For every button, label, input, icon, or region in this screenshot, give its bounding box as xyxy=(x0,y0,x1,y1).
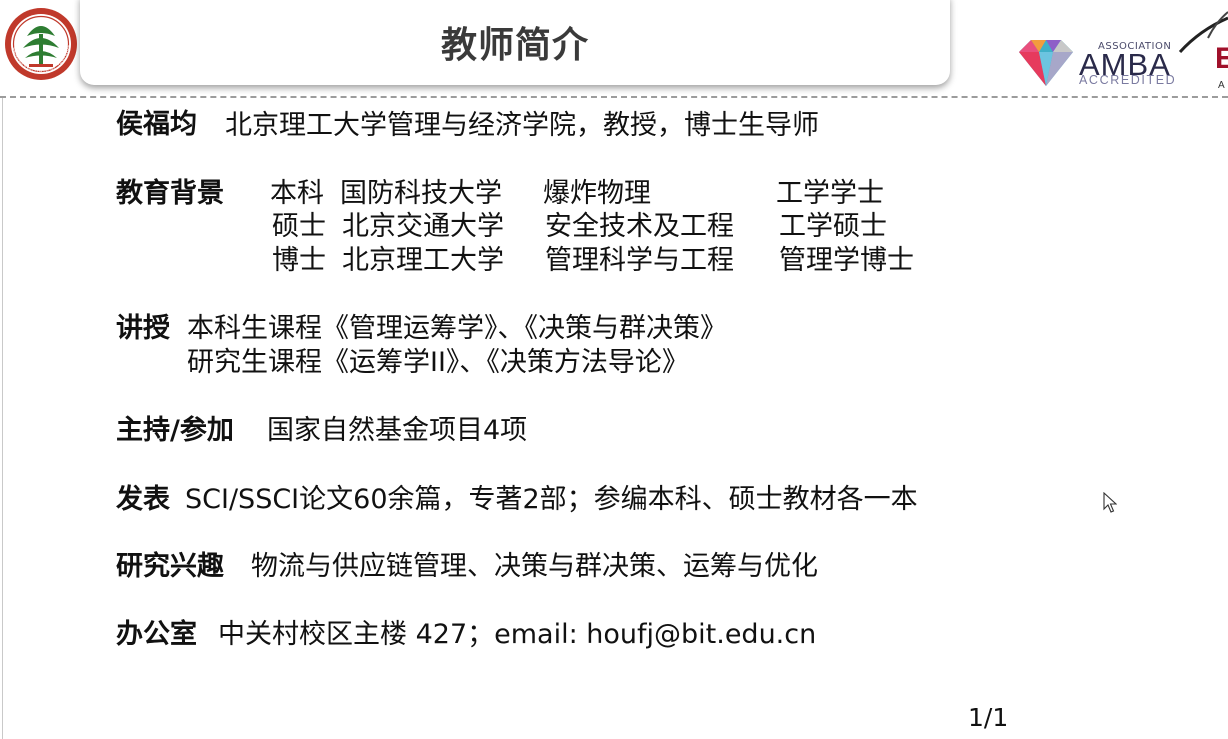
education-label: 教育背景 xyxy=(116,178,224,209)
teaching-line: 本科生课程《管理运筹学》、《决策与群决策》 xyxy=(187,313,727,344)
amba-accredited-text: ACCREDITED xyxy=(1079,73,1177,87)
amba-diamond-logo xyxy=(1019,40,1073,86)
office-label: 办公室 xyxy=(116,619,197,650)
education-school: 国防科技大学 xyxy=(340,178,502,209)
teaching-label: 讲授 xyxy=(116,313,170,344)
header-divider xyxy=(0,96,1228,98)
education-major: 管理科学与工程 xyxy=(545,245,734,276)
education-degree: 博士 xyxy=(272,245,326,276)
slide: BEIJING INSTITUTE OF TECHNOLOGY 教师简介 ASS… xyxy=(0,0,1228,739)
mouse-cursor-icon xyxy=(1103,492,1117,513)
teacher-name: 侯福均 xyxy=(116,109,197,140)
teaching-line: 研究生课程《运筹学II》、《决策方法导论》 xyxy=(187,347,689,378)
education-degree: 本科 xyxy=(270,178,324,209)
partner-logo-letter: E xyxy=(1215,42,1228,75)
education-title: 工学硕士 xyxy=(779,211,887,242)
education-major: 爆炸物理 xyxy=(543,178,651,209)
university-seal-logo: BEIJING INSTITUTE OF TECHNOLOGY xyxy=(3,6,77,80)
education-title: 工学学士 xyxy=(776,178,884,209)
publications-label: 发表 xyxy=(116,484,170,515)
interests-text: 物流与供应链管理、决策与群决策、运筹与优化 xyxy=(251,551,818,582)
projects-label: 主持/参加 xyxy=(116,415,234,446)
projects-text: 国家自然基金项目4项 xyxy=(267,415,528,446)
education-major: 安全技术及工程 xyxy=(545,211,734,242)
education-school: 北京理工大学 xyxy=(342,245,504,276)
page-title: 教师简介 xyxy=(440,25,589,66)
slide-border xyxy=(2,96,3,739)
page-number: 1/1 xyxy=(968,703,1009,732)
education-school: 北京交通大学 xyxy=(342,211,504,242)
title-bar: 教师简介 xyxy=(80,0,950,85)
education-title: 管理学博士 xyxy=(779,245,914,276)
office-text: 中关村校区主楼 427；email: houfj@bit.edu.cn xyxy=(218,619,817,650)
partner-logo: E A xyxy=(1178,0,1228,96)
education-degree: 硕士 xyxy=(272,211,326,242)
teacher-position: 北京理工大学管理与经济学院，教授，博士生导师 xyxy=(225,110,819,141)
partner-logo-small: A xyxy=(1218,80,1225,91)
publications-text: SCI/SSCI论文60余篇，专著2部；参编本科、硕士教材各一本 xyxy=(185,484,918,515)
interests-label: 研究兴趣 xyxy=(116,551,224,582)
